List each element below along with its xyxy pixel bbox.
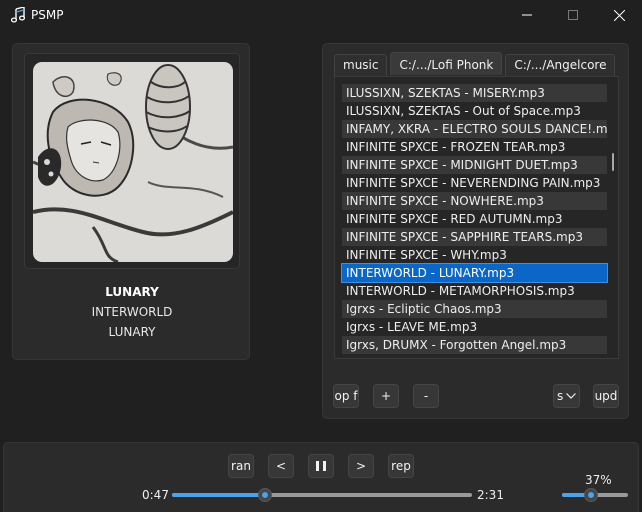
maximize-icon xyxy=(568,10,578,20)
progress-fill xyxy=(172,493,265,497)
list-item[interactable]: INFINITE SPXCE - WHY.mp3 xyxy=(342,246,607,264)
now-playing-panel: LUNARY INTERWORLD LUNARY xyxy=(12,43,250,360)
list-item[interactable]: Igrxs - LEAVE ME.mp3 xyxy=(342,318,607,336)
list-item[interactable]: Igrxs, DRUMX - Forgotten Angel.mp3 xyxy=(342,336,607,354)
list-item[interactable]: INFINITE SPXCE - MIDNIGHT DUET.mp3 xyxy=(342,156,607,174)
total-time: 2:31 xyxy=(477,488,504,502)
list-item[interactable]: ILUSSIXN, SZEKTAS - MISERY.mp3 xyxy=(342,84,607,102)
volume-label: 37% xyxy=(585,473,612,487)
pause-button[interactable] xyxy=(308,454,334,478)
list-item[interactable]: INFINITE SPXCE - NOWHERE.mp3 xyxy=(342,192,607,210)
list-item[interactable]: INFINITE SPXCE - NEVERENDING PAIN.mp3 xyxy=(342,174,607,192)
remove-button[interactable]: - xyxy=(413,384,439,408)
track-artist: INTERWORLD xyxy=(91,305,173,319)
title-bar: PSMP xyxy=(0,0,642,30)
update-button[interactable]: upd xyxy=(593,384,619,408)
sort-dropdown-label: s xyxy=(557,389,564,403)
playlist-tabs: music C:/.../Lofi Phonk C:/.../Angelcore xyxy=(334,52,616,76)
player-controls-panel: ran < > rep 0:47 2:31 37% xyxy=(3,442,639,512)
track-album: LUNARY xyxy=(108,325,156,339)
progress-handle[interactable] xyxy=(258,488,272,502)
list-item[interactable]: INFINITE SPXCE - SAPPHIRE TEARS.mp3 xyxy=(342,228,607,246)
window-title: PSMP xyxy=(31,8,64,22)
next-button[interactable]: > xyxy=(348,454,374,478)
album-art xyxy=(33,62,233,262)
sort-dropdown[interactable]: s xyxy=(553,384,580,408)
list-item[interactable]: INFINITE SPXCE - RED AUTUMN.mp3 xyxy=(342,210,607,228)
add-button[interactable]: + xyxy=(373,384,399,408)
close-button[interactable] xyxy=(596,0,642,30)
list-item[interactable]: INTERWORLD - METAMORPHOSIS.mp3 xyxy=(342,282,607,300)
volume-slider[interactable] xyxy=(562,488,628,502)
progress-slider[interactable] xyxy=(172,488,472,502)
tab-angelcore[interactable]: C:/.../Angelcore xyxy=(505,54,616,76)
open-folder-button[interactable]: op f xyxy=(333,384,359,408)
elapsed-time: 0:47 xyxy=(142,488,169,502)
volume-handle[interactable] xyxy=(584,488,598,502)
music-note-icon xyxy=(10,7,26,23)
list-item[interactable]: INTERWORLD - LUNARY.mp3 xyxy=(341,263,608,283)
minimize-button[interactable] xyxy=(504,0,550,30)
album-art-frame xyxy=(24,53,240,269)
close-icon xyxy=(613,9,625,21)
playlist-list[interactable]: ILUSSIXN, SZEKTAS - MISERY.mp3 ILUSSIXN, … xyxy=(334,76,619,359)
list-item[interactable]: ILUSSIXN, SZEKTAS - Out of Space.mp3 xyxy=(342,102,607,120)
tab-music[interactable]: music xyxy=(334,54,388,76)
playlist-scrollbar[interactable] xyxy=(612,153,614,171)
random-button[interactable]: ran xyxy=(228,454,254,478)
tab-lofi-phonk[interactable]: C:/.../Lofi Phonk xyxy=(390,52,503,75)
minimize-icon xyxy=(522,14,532,16)
maximize-button[interactable] xyxy=(550,0,596,30)
chevron-down-icon xyxy=(566,393,577,399)
track-title: LUNARY xyxy=(105,285,159,299)
playlist-panel: music C:/.../Lofi Phonk C:/.../Angelcore… xyxy=(322,43,629,419)
list-item[interactable]: INFINITE SPXCE - FROZEN TEAR.mp3 xyxy=(342,138,607,156)
list-item[interactable]: INFAMY, XKRA - ELECTRO SOULS DANCE!.mp3 xyxy=(342,120,607,138)
pause-icon xyxy=(316,461,326,471)
previous-button[interactable]: < xyxy=(268,454,294,478)
list-item[interactable]: Igrxs - Ecliptic Chaos.mp3 xyxy=(342,300,607,318)
repeat-button[interactable]: rep xyxy=(388,454,414,478)
